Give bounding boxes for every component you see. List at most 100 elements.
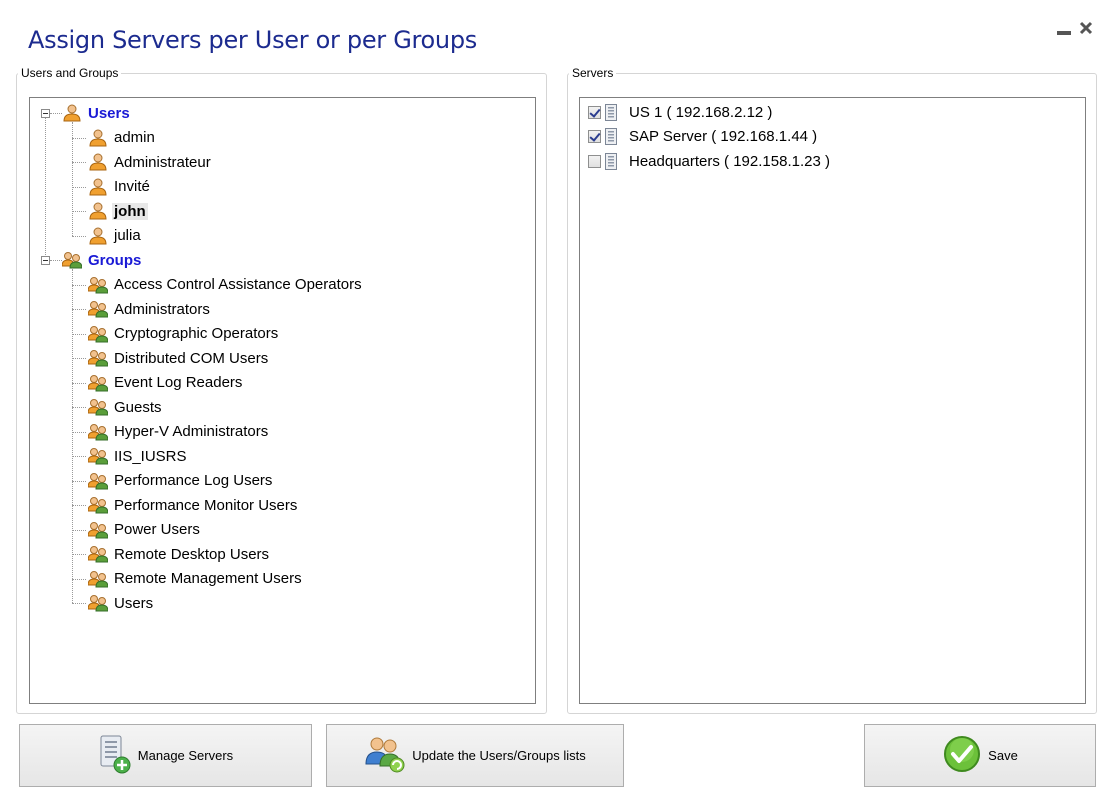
server-checkbox[interactable]: [588, 130, 601, 143]
tree-connector: [72, 122, 73, 236]
tree-node-group[interactable]: Guests: [87, 396, 164, 418]
manage-servers-button[interactable]: Manage Servers: [19, 724, 312, 787]
tree-node-group[interactable]: Remote Desktop Users: [87, 543, 271, 565]
tree-node-group-label: Event Log Readers: [114, 374, 243, 391]
minimize-button[interactable]: [1057, 31, 1071, 35]
tree-connector: [72, 578, 86, 580]
users-groups-tree[interactable]: Users admin Administrateur Invité john julia G…: [29, 97, 536, 704]
server-label: Headquarters ( 192.158.1.23 ): [629, 152, 830, 170]
tree-node-group-label: Users: [114, 594, 154, 612]
tree-collapse-toggle[interactable]: [41, 256, 50, 265]
tree-connector: [72, 333, 86, 335]
tree-connector: [72, 162, 86, 163]
tree-node-group[interactable]: Performance Monitor Users: [87, 494, 299, 516]
tree-node-group[interactable]: Remote Management Users: [87, 568, 304, 590]
tree-connector: [72, 529, 86, 531]
group-icon: [87, 423, 109, 441]
tree-connector: [45, 118, 46, 257]
tree-connector: [72, 309, 86, 310]
update-users-groups-button[interactable]: Update the Users/Groups lists: [326, 724, 624, 787]
save-button[interactable]: Save: [864, 724, 1096, 787]
tree-node-group[interactable]: IIS_IUSRS: [87, 445, 189, 467]
tree-node-user-label: admin: [114, 129, 155, 146]
server-label: SAP Server ( 192.168.1.44 ): [629, 128, 818, 145]
tree-connector: [50, 260, 62, 261]
group-icon: [87, 521, 109, 539]
group-icon: [61, 251, 83, 269]
tree-node-user[interactable]: Invité: [88, 176, 152, 198]
servers-list[interactable]: US 1 ( 192.168.2.12 ) SAP Server ( 192.16…: [579, 97, 1086, 704]
tree-node-group-label: Remote Desktop Users: [114, 545, 270, 563]
group-icon: [87, 472, 109, 490]
group-icon: [87, 570, 109, 588]
tree-node-group-label: Hyper-V Administrators: [114, 423, 269, 440]
servers-legend: Servers: [572, 66, 614, 80]
server-checkbox[interactable]: [588, 154, 601, 168]
save-label: Save: [988, 748, 1018, 763]
tree-connector: [72, 235, 86, 237]
tree-connector: [72, 505, 86, 506]
server-checkbox[interactable]: [588, 105, 601, 119]
tree-node-group[interactable]: Administrators: [87, 298, 212, 320]
update-users-groups-label: Update the Users/Groups lists: [412, 748, 586, 763]
tree-connector: [72, 407, 86, 408]
group-icon: [87, 447, 109, 465]
tree-node-group-label: Power Users: [114, 521, 200, 538]
tree-node-group-label: Remote Management Users: [114, 570, 302, 587]
tree-connector: [72, 284, 86, 286]
checkmark-icon: [942, 734, 982, 777]
tree-node-group[interactable]: Hyper-V Administrators: [87, 421, 270, 443]
tree-collapse-toggle[interactable]: [41, 109, 50, 118]
tree-node-group[interactable]: Performance Log Users: [87, 470, 274, 492]
group-icon: [87, 545, 109, 563]
group-icon: [87, 594, 109, 612]
group-icon: [87, 276, 109, 294]
tree-node-user[interactable]: julia: [88, 225, 143, 247]
tree-connector: [72, 554, 86, 555]
tree-connector: [72, 456, 86, 457]
tree-node-group-label: Distributed COM Users: [114, 349, 269, 367]
server-item[interactable]: US 1 ( 192.168.2.12 ): [588, 101, 774, 123]
close-button[interactable]: [1078, 20, 1094, 36]
tree-node-user[interactable]: Administrateur: [88, 151, 213, 173]
tree-node-user-label: julia: [114, 227, 141, 244]
tree-connector: [72, 358, 86, 359]
user-icon: [88, 178, 108, 196]
server-item[interactable]: Headquarters ( 192.158.1.23 ): [588, 150, 832, 172]
tree-node-users-root[interactable]: Users: [62, 102, 132, 124]
tree-node-groups-root-label: Groups: [88, 251, 142, 269]
tree-node-group-label: Performance Log Users: [114, 472, 273, 489]
tree-connector: [72, 269, 73, 603]
tree-node-group[interactable]: Power Users: [87, 519, 202, 541]
tree-node-group-label: IIS_IUSRS: [114, 447, 187, 465]
server-icon: [605, 152, 617, 170]
user-icon: [88, 153, 108, 171]
server-item[interactable]: SAP Server ( 192.168.1.44 ): [588, 126, 819, 148]
window-title: Assign Servers per User or per Groups: [28, 26, 477, 54]
group-icon: [87, 325, 109, 343]
tree-node-user[interactable]: admin: [88, 127, 157, 149]
close-icon: [1079, 21, 1093, 35]
server-icon: [605, 103, 617, 121]
tree-node-group[interactable]: Distributed COM Users: [87, 347, 270, 369]
users-refresh-icon: [364, 734, 406, 777]
tree-node-group[interactable]: Access Control Assistance Operators: [87, 274, 364, 296]
tree-node-groups-root[interactable]: Groups: [61, 249, 143, 271]
group-icon: [87, 300, 109, 318]
user-icon: [88, 129, 108, 147]
tree-node-group[interactable]: Event Log Readers: [87, 372, 244, 394]
user-icon: [88, 227, 108, 245]
tree-node-group-label: Access Control Assistance Operators: [114, 276, 362, 293]
tree-connector: [72, 211, 86, 212]
tree-connector: [72, 186, 86, 188]
tree-node-group[interactable]: Users: [87, 592, 155, 614]
tree-node-group[interactable]: Cryptographic Operators: [87, 323, 280, 345]
tree-connector: [50, 113, 62, 114]
tree-node-group-label: Guests: [114, 398, 162, 416]
tree-node-user-label: john: [112, 202, 148, 220]
group-icon: [87, 349, 109, 367]
server-icon: [605, 128, 617, 145]
tree-node-user[interactable]: john: [88, 200, 148, 222]
tree-node-group-label: Administrators: [114, 300, 210, 318]
tree-connector: [72, 382, 86, 384]
